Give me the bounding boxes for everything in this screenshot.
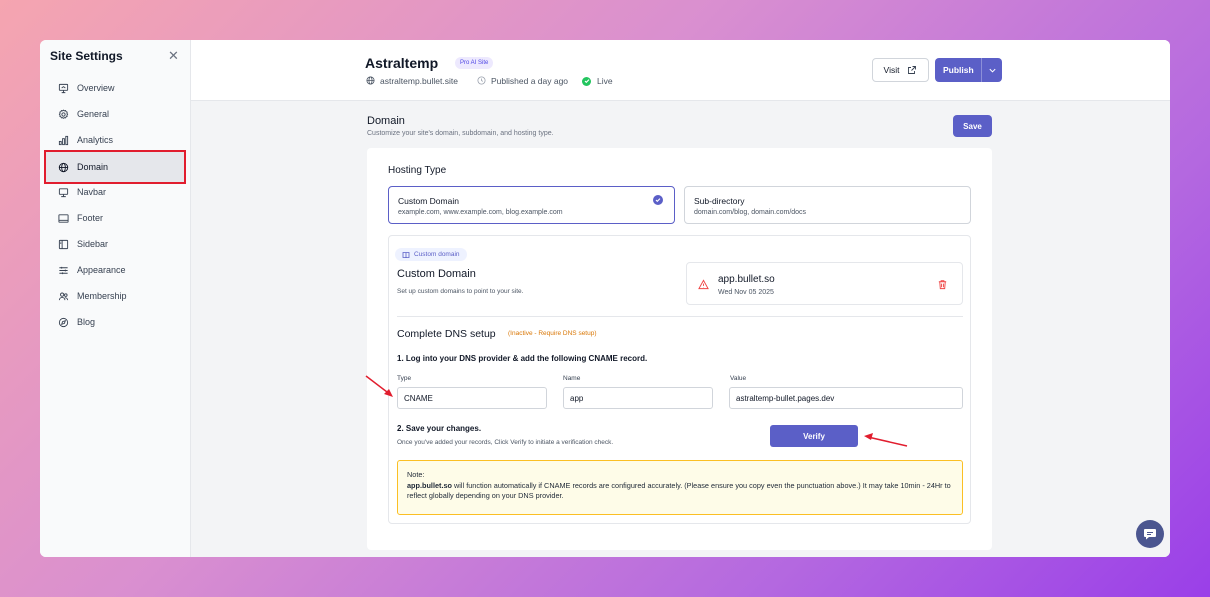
save-button[interactable]: Save [953,115,992,137]
domain-name: app.bullet.so [718,274,775,285]
dns-step-2-description: Once you've added your records, Click Ve… [397,439,614,446]
sidebar-icon [57,238,69,250]
pro-badge: Pro AI Site [455,57,494,69]
sidebar-item-label: Sidebar [77,239,109,249]
published-info: Published a day ago [477,76,568,86]
dns-step-2: 2. Save your changes. [397,424,482,433]
sidebar-item-blog[interactable]: Blog [46,307,184,337]
close-icon[interactable]: ✕ [168,48,179,64]
settings-window: Site Settings ✕ Overview General Analyti… [40,40,1170,557]
sidebar: Site Settings ✕ Overview General Analyti… [40,40,191,557]
value-field[interactable]: astraltemp-bullet.pages.dev [729,387,963,409]
publish-button[interactable]: Publish [935,58,1002,82]
custom-domain-chip: Custom domain [395,248,467,261]
custom-domain-title: Custom Domain [397,268,476,280]
sidebar-item-label: Blog [77,317,96,327]
warning-icon [698,279,709,290]
page-title: Domain [367,115,405,127]
sidebar-item-label: Overview [77,83,115,93]
sidebar-item-label: Membership [77,291,127,301]
external-link-icon [908,66,917,74]
sidebar-item-analytics[interactable]: Analytics [46,125,184,155]
presentation-icon [57,82,69,94]
gear-icon [57,108,69,120]
site-url[interactable]: astraltemp.bullet.site [366,76,458,86]
note-text: will function automatically if CNAME rec… [407,480,951,501]
live-status: Live [582,76,613,86]
dns-setup-title: Complete DNS setup [397,328,496,340]
published-text: Published a day ago [491,76,569,86]
check-icon [582,76,591,86]
hosting-type-title: Hosting Type [388,165,447,176]
dns-status-badge: (Inactive - Require DNS setup) [508,330,597,337]
divider [397,316,963,317]
live-text: Live [597,76,613,86]
note-domain: app.bullet.so [407,480,452,490]
type-label: Type [397,375,412,382]
custom-domain-subtitle: Set up custom domains to point to your s… [397,288,524,295]
type-field[interactable]: CNAME [397,387,547,409]
note-box: Note: app.bullet.so will function automa… [397,460,963,515]
domain-card: Hosting Type Custom Domain example.com, … [367,148,992,550]
blog-icon [57,316,69,328]
sliders-icon [57,264,69,276]
sidebar-title: Site Settings [50,49,123,63]
site-name: Astraltemp [365,55,439,71]
name-field[interactable]: app [563,387,713,409]
navbar-icon [57,186,69,198]
sidebar-item-label: Footer [77,213,104,223]
page-subtitle: Customize your site's domain, subdomain,… [367,130,554,137]
users-icon [57,290,69,302]
sidebar-item-label: General [77,109,110,119]
globe-icon [366,76,376,86]
main-panel: Astraltemp Pro AI Site astraltemp.bullet… [191,40,1170,557]
bar-chart-icon [57,134,69,146]
chat-support-button[interactable] [1136,520,1164,548]
domain-date: Wed Nov 05 2025 [718,289,774,296]
verify-button[interactable]: Verify [770,425,858,447]
clock-icon [477,76,487,86]
domain-entry: app.bullet.so Wed Nov 05 2025 [686,262,963,305]
trash-icon[interactable] [937,279,948,290]
sidebar-item-label: Domain [77,162,109,172]
site-url-text: astraltemp.bullet.site [380,76,458,86]
check-circle-icon [653,195,663,205]
note-heading: Note: [407,470,425,479]
globe-icon [57,161,69,173]
footer-icon [57,212,69,224]
chat-icon [1144,529,1156,540]
chevron-down-icon[interactable] [981,58,1002,82]
book-icon [402,251,410,258]
hosting-option-custom-domain[interactable]: Custom Domain example.com, www.example.c… [388,186,675,224]
custom-domain-panel: Custom domain Custom Domain Set up custo… [388,235,971,524]
hosting-option-sub-directory[interactable]: Sub-directory domain.com/blog, domain.co… [684,186,971,224]
value-label: Value [730,375,747,382]
sidebar-item-label: Navbar [77,187,107,197]
site-header: Astraltemp Pro AI Site astraltemp.bullet… [191,40,1170,101]
visit-button[interactable]: Visit [872,58,929,82]
name-label: Name [563,375,581,382]
dns-step-1: 1. Log into your DNS provider & add the … [397,354,648,363]
sidebar-item-label: Analytics [77,135,114,145]
sidebar-item-label: Appearance [77,265,126,275]
